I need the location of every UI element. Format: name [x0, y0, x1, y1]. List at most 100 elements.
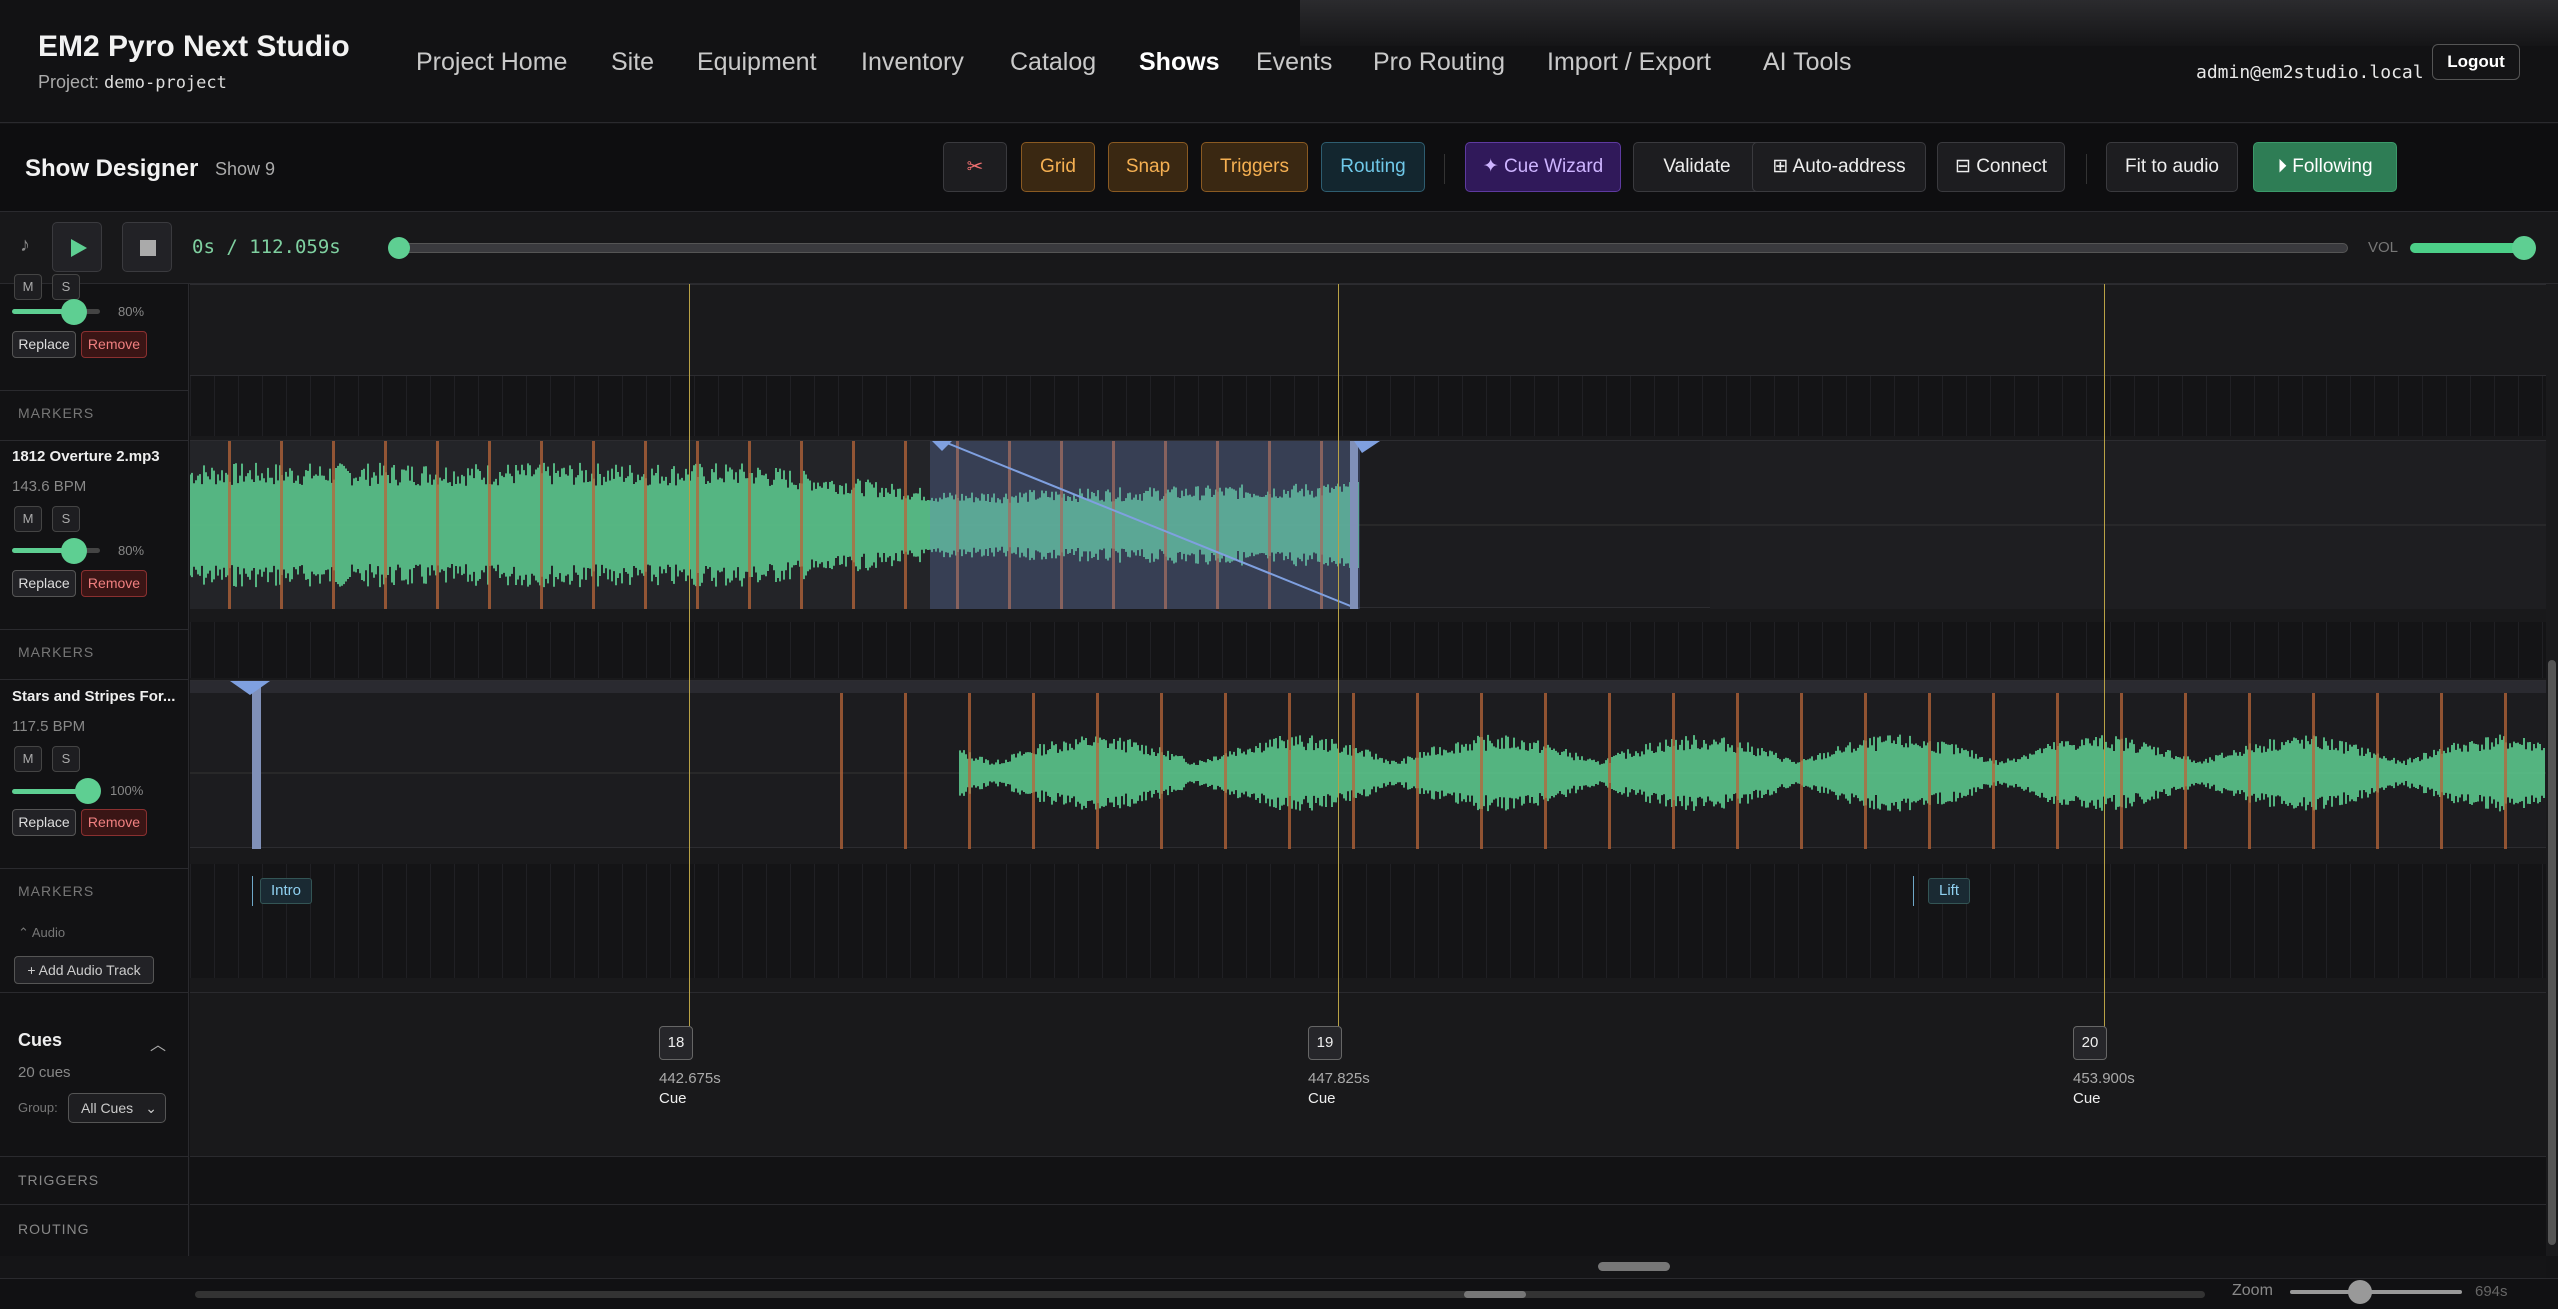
tools-button[interactable]: ✂ [943, 142, 1007, 192]
beat-marker [1864, 693, 1867, 849]
markers-label: MARKERS [18, 405, 95, 421]
nav-pro-routing[interactable]: Pro Routing [1373, 48, 1505, 77]
beat-marker [840, 693, 843, 849]
add-audio-track-button[interactable]: + Add Audio Track [14, 956, 154, 984]
timeline[interactable]: Intro Lift 18 442.675s Cue 19 447.825s C… [190, 284, 2546, 1256]
beat-marker [1096, 693, 1099, 849]
nav-site[interactable]: Site [611, 48, 654, 77]
beat-marker [2120, 693, 2123, 849]
beat-marker [228, 441, 231, 609]
track-lane[interactable] [190, 284, 2546, 376]
beat-marker [1672, 693, 1675, 849]
beat-marker [1416, 693, 1419, 849]
mute-button[interactable]: M [14, 274, 42, 300]
mute-button[interactable]: M [14, 506, 42, 532]
marker-intro[interactable]: Intro [260, 878, 313, 904]
beat-marker [1288, 693, 1291, 849]
beat-marker [2312, 693, 2315, 849]
replace-button[interactable]: Replace [12, 809, 76, 836]
snap-toggle[interactable]: Snap [1108, 142, 1188, 192]
triggers-lane[interactable] [190, 1157, 2546, 1205]
replace-button[interactable]: Replace [12, 570, 76, 597]
play-button[interactable] [52, 222, 102, 272]
logout-button[interactable]: Logout [2432, 44, 2520, 80]
remove-button[interactable]: Remove [81, 331, 147, 358]
nav-shows[interactable]: Shows [1139, 48, 1220, 77]
stop-button[interactable] [122, 222, 172, 272]
mute-button[interactable]: M [14, 746, 42, 772]
markers-lane[interactable] [190, 622, 2546, 678]
cue-time: 447.825s [1308, 1070, 1370, 1087]
beat-marker [1800, 693, 1803, 849]
beat-marker [904, 693, 907, 849]
timeline-scroll-thumb[interactable] [1464, 1291, 1526, 1298]
timeline-scrollbar[interactable] [195, 1291, 2205, 1298]
beat-marker [332, 441, 335, 609]
beat-marker [540, 441, 543, 609]
volume-slider[interactable] [2410, 243, 2528, 253]
remove-button[interactable]: Remove [81, 570, 147, 597]
routing-lane[interactable] [190, 1205, 2546, 1256]
beat-marker [1224, 693, 1227, 849]
nav-import-export[interactable]: Import / Export [1547, 48, 1711, 77]
seek-bar[interactable] [398, 243, 2348, 253]
zoom-thumb[interactable] [2348, 1280, 2372, 1304]
solo-button[interactable]: S [52, 746, 80, 772]
beat-marker [696, 441, 699, 609]
beat-marker [1736, 693, 1739, 849]
horizontal-scrollbar[interactable] [0, 1256, 2546, 1278]
nav-project-home[interactable]: Project Home [416, 48, 567, 77]
chevron-up-icon[interactable]: ︿ [150, 1031, 166, 1055]
track-volume-thumb[interactable] [61, 299, 87, 325]
track-lane[interactable] [190, 680, 2546, 849]
triggers-toggle[interactable]: Triggers [1201, 142, 1308, 192]
nav-events[interactable]: Events [1256, 48, 1332, 77]
vertical-scroll-thumb[interactable] [2548, 660, 2556, 1245]
beat-marker [1352, 693, 1355, 849]
beat-marker [1608, 693, 1611, 849]
zoom-slider[interactable] [2290, 1290, 2462, 1294]
volume-thumb[interactable] [2512, 236, 2536, 260]
following-button[interactable]: ⏵ Following [2253, 142, 2397, 192]
audio-section-toggle[interactable]: ⌃ Audio [18, 925, 65, 941]
routing-toggle[interactable]: Routing [1321, 142, 1425, 192]
marker-lift[interactable]: Lift [1928, 878, 1971, 904]
markers-lane[interactable] [190, 864, 2546, 922]
remove-button[interactable]: Remove [81, 809, 147, 836]
seek-thumb[interactable] [388, 237, 410, 259]
solo-button[interactable]: S [52, 274, 80, 300]
grid-toggle[interactable]: Grid [1021, 142, 1095, 192]
cue-wizard-button[interactable]: ✦ Cue Wizard [1465, 142, 1621, 192]
show-name: Show 9 [215, 159, 276, 179]
nav-catalog[interactable]: Catalog [1010, 48, 1096, 77]
group-label: Group: [18, 1100, 58, 1115]
track-volume-thumb[interactable] [61, 538, 87, 564]
fit-to-audio-button[interactable]: Fit to audio [2106, 142, 2238, 192]
nav-equipment[interactable]: Equipment [697, 48, 817, 77]
group-select[interactable]: All Cues ⌄ [68, 1093, 166, 1123]
beat-marker [644, 441, 647, 609]
beat-marker [2504, 693, 2507, 849]
validate-button[interactable]: Validate [1633, 142, 1761, 192]
clip-start-handle [252, 681, 261, 849]
nav-inventory[interactable]: Inventory [861, 48, 964, 77]
cue-number[interactable]: 18 [659, 1026, 693, 1060]
track-volume-thumb[interactable] [75, 778, 101, 804]
zoom-value: 694s [2475, 1283, 2508, 1300]
top-navigation: EM2 Pyro Next Studio Project: demo-proje… [0, 0, 2558, 123]
replace-button[interactable]: Replace [12, 331, 76, 358]
markers-lane[interactable] [190, 376, 2546, 436]
solo-button[interactable]: S [52, 506, 80, 532]
beat-marker [748, 441, 751, 609]
cue-line [689, 284, 690, 1044]
horizontal-scroll-thumb[interactable] [1598, 1262, 1670, 1271]
triggers-lane-label: TRIGGERS [18, 1172, 100, 1188]
nav-ai-tools[interactable]: AI Tools [1763, 48, 1851, 77]
time-readout: 0s / 112.059s [192, 236, 341, 258]
connect-button[interactable]: ⊟ Connect [1937, 142, 2065, 192]
beat-marker [2184, 693, 2187, 849]
cue-number[interactable]: 20 [2073, 1026, 2107, 1060]
auto-address-button[interactable]: ⊞ Auto-address [1752, 142, 1926, 192]
cue-number[interactable]: 19 [1308, 1026, 1342, 1060]
track-lane[interactable] [190, 440, 2546, 609]
